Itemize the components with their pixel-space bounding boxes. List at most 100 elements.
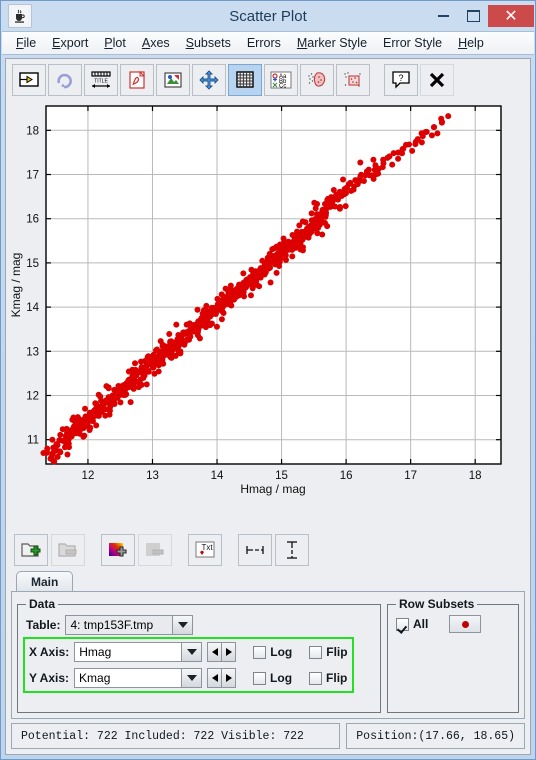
x-log-checkbox-box[interactable] [253,645,267,659]
menu-subsets[interactable]: Subsets [178,34,239,52]
menu-marker-style[interactable]: Marker Style [289,34,375,52]
scatter-point [72,420,79,427]
x-flip-checkbox[interactable]: Flip [309,645,348,659]
subset-all-style-button[interactable] [449,615,482,633]
y-log-checkbox[interactable]: Log [253,671,292,685]
add-layer-button[interactable] [14,534,48,566]
row-subsets-legend: Row Subsets [399,597,475,611]
y-axis-combo[interactable]: Kmag [74,668,203,688]
table-row: Table: 4: tmp153F.tmp [26,615,372,635]
menu-axes[interactable]: Axes [134,34,178,52]
subset-all-checkbox-box[interactable] [396,617,409,631]
scatter-plot-canvas[interactable]: 12 13 14 15 16 17 18 11 12 13 14 15 16 17 18 Hmag / m… [6,101,520,501]
scatter-point [341,191,348,198]
y-tick-label: 17 [26,170,39,182]
menu-help[interactable]: Help [450,34,492,52]
x-axis-next-button[interactable] [222,642,237,662]
axes-title-button[interactable]: TITLE [84,64,118,96]
text-label-button[interactable]: Txt [188,534,222,566]
scatter-plot-panel[interactable]: 12 13 14 15 16 17 18 11 12 13 14 15 16 17 18 Hmag / m… [6,101,530,529]
scatter-point [358,171,365,178]
menu-marker-style-label: arker Style [307,36,368,50]
subset-all-checkbox[interactable]: All [396,617,428,631]
scatter-point [59,426,66,433]
scatter-point [330,187,337,194]
export-image-button[interactable] [156,64,190,96]
help-button[interactable]: ? [384,64,418,96]
scatter-point [135,384,142,391]
scatter-point [115,382,122,389]
x-axis-combo[interactable]: Hmag [74,642,203,662]
scatter-point [130,371,137,378]
scatter-point [186,336,193,343]
minimize-button[interactable] [428,5,458,27]
svg-text:Cc: Cc [279,84,286,90]
menu-export[interactable]: Export [44,34,96,52]
close-window-button[interactable]: ✕ [488,5,534,27]
scatter-point [145,353,152,360]
export-pdf-button[interactable] [120,64,154,96]
bottom-toolbar-separator-3 [225,534,235,566]
label-points-button[interactable]: Aa Bb Cc [264,64,298,96]
scatter-point [91,407,98,414]
scatter-point [215,304,222,311]
menu-file-label: ile [23,36,37,50]
chevron-down-icon[interactable] [181,669,202,687]
scatter-point [208,304,215,311]
scatter-point [227,282,234,289]
subset-all-label: All [413,617,429,631]
menu-plot-label: lot [112,36,126,50]
rescale-button[interactable] [48,64,82,96]
tab-main[interactable]: Main [16,571,74,591]
chevron-down-icon[interactable] [181,643,202,661]
toolbar-separator [372,64,382,96]
y-axis-row: Y Axis: Kmag Log Flip [29,668,348,688]
scatter-point [232,290,239,297]
menu-axes-label: xes [150,36,170,50]
menu-file[interactable]: File [8,34,44,52]
scatter-point [98,406,105,413]
scatter-point [199,310,206,317]
scatter-point [273,269,280,276]
marker-dot-icon [461,620,469,628]
blob-subset-button[interactable] [300,64,334,96]
add-style-button[interactable] [101,534,135,566]
y-axis-prev-button[interactable] [207,668,223,688]
menu-errors[interactable]: Errors [239,34,289,52]
menu-plot[interactable]: Plot [96,34,134,52]
y-error-button[interactable] [275,534,309,566]
x-error-button[interactable] [238,534,272,566]
replot-button[interactable] [12,64,46,96]
y-flip-checkbox-box[interactable] [309,671,323,685]
x-tick-label: 16 [340,470,353,482]
scatter-point [130,382,137,389]
box-subset-button[interactable] [336,64,370,96]
x-axis-spinner[interactable] [207,642,237,662]
x-axis-prev-button[interactable] [207,642,223,662]
y-axis-title: Kmag / mag [9,253,23,318]
menu-error-style[interactable]: Error Style [375,34,450,52]
table-combo[interactable]: 4: tmp153F.tmp [65,615,194,635]
scatter-point [144,361,151,367]
grid-toggle-button[interactable] [228,64,262,96]
scatter-point [311,199,318,206]
minimize-icon [437,15,449,17]
chevron-down-icon[interactable] [172,616,193,634]
y-flip-checkbox[interactable]: Flip [309,671,347,685]
scatter-point [395,155,402,162]
pan-button[interactable] [192,64,226,96]
scatter-point [56,437,63,444]
scatter-point [155,356,162,363]
scatter-point [168,346,175,353]
y-log-checkbox-box[interactable] [253,671,267,685]
menu-bar: File Export Plot Axes Subsets Errors Mar… [2,31,534,55]
y-axis-next-button[interactable] [222,668,237,688]
scatter-point [49,436,56,443]
y-axis-spinner[interactable] [207,668,237,688]
bottom-toolbar: Txt [6,529,530,571]
close-plot-button[interactable] [420,64,454,96]
scatter-point [159,341,166,348]
x-flip-checkbox-box[interactable] [309,645,323,659]
x-log-checkbox[interactable]: Log [253,645,292,659]
maximize-button[interactable] [458,5,488,27]
